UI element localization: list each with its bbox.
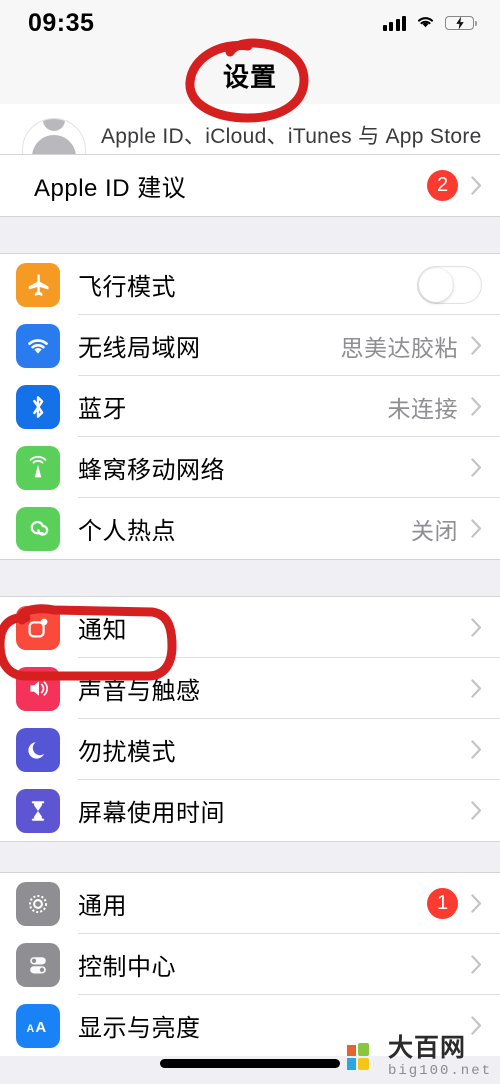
watermark-title: 大百网: [387, 1034, 466, 1062]
notifications-icon: [16, 605, 60, 650]
screen-time-hourglass-icon: [16, 788, 60, 833]
row-label: 个人热点: [78, 518, 176, 545]
row-value: 关闭: [411, 517, 458, 544]
section-system: 通用 1 控制中心 A A 显示与亮度: [0, 872, 500, 1056]
section-apple-id-suggestions: Apple ID 建议 2: [0, 154, 500, 217]
row-cellular[interactable]: 蜂窝移动网络: [0, 437, 500, 498]
row-label: 蓝牙: [78, 396, 127, 423]
row-personal-hotspot[interactable]: 个人热点 关闭: [0, 498, 500, 559]
row-accessories: [471, 801, 500, 820]
row-sounds-haptics[interactable]: 声音与触感: [0, 658, 500, 719]
row-accessories: [471, 458, 500, 477]
row-label: 通用: [78, 893, 127, 920]
wifi-icon: [415, 13, 436, 34]
wifi-icon: [16, 323, 60, 368]
bluetooth-icon: [16, 384, 60, 429]
row-apple-id-suggestions[interactable]: Apple ID 建议 2: [0, 155, 500, 216]
status-badge: 1: [427, 888, 458, 919]
chevron-right-icon: [471, 336, 482, 355]
big100-logo-icon: [346, 1043, 369, 1070]
row-accessories: [417, 265, 500, 304]
chevron-right-icon: [471, 618, 482, 637]
account-section: Apple ID、iCloud、iTunes 与 App Store: [0, 104, 500, 154]
gear-icon: [16, 881, 60, 926]
row-label: 显示与亮度: [78, 1015, 201, 1042]
row-value: 思美达胶粘: [340, 334, 458, 361]
row-accessories: 2: [427, 170, 500, 201]
status-badge: 2: [427, 170, 458, 201]
row-value: 未连接: [387, 395, 458, 422]
watermark-domain: big100.net: [387, 1063, 492, 1079]
row-accessories: 1: [427, 888, 500, 919]
row-label: 通知: [78, 617, 127, 644]
home-indicator-bar: [160, 1059, 340, 1068]
chevron-right-icon: [471, 894, 482, 913]
row-accessories: 未连接: [388, 390, 500, 424]
page-title: 设置: [222, 61, 277, 92]
row-do-not-disturb[interactable]: 勿扰模式: [0, 719, 500, 780]
row-label: 勿扰模式: [78, 739, 176, 766]
navigation-bar: 设置: [0, 46, 500, 104]
row-label: 声音与触感: [78, 678, 201, 705]
chevron-right-icon: [471, 801, 482, 820]
status-bar-indicators: [382, 13, 477, 34]
cellular-signal-icon: [382, 15, 406, 31]
row-label: 控制中心: [78, 954, 176, 981]
row-notifications[interactable]: 通知: [0, 597, 500, 658]
display-brightness-aa-icon: A A: [16, 1003, 60, 1048]
section-connectivity: 飞行模式 无线局域网 思美达胶粘 蓝牙 未连接 蜂窝移动网络 个人热点 关闭: [0, 253, 500, 560]
row-accessories: [471, 740, 500, 759]
iphone-settings-screen: 09:35 设置 Apple ID、iCloud、iTunes 与 App St…: [0, 0, 500, 1084]
chevron-right-icon: [471, 458, 482, 477]
row-general[interactable]: 通用 1: [0, 873, 500, 934]
row-accessories: [471, 679, 500, 698]
row-label: Apple ID 建议: [34, 175, 187, 202]
chevron-right-icon: [471, 176, 482, 195]
row-accessories: 关闭: [411, 512, 500, 546]
section-gap: [0, 560, 500, 596]
row-label: 无线局域网: [78, 335, 201, 362]
section-gap: [0, 217, 500, 253]
chevron-right-icon: [471, 397, 482, 416]
account-subtitle: Apple ID、iCloud、iTunes 与 App Store: [101, 125, 482, 148]
status-bar-clock: 09:35: [28, 8, 95, 37]
avatar-placeholder-icon: [22, 118, 86, 154]
apple-id-account-row[interactable]: Apple ID、iCloud、iTunes 与 App Store: [0, 104, 500, 154]
personal-hotspot-icon: [16, 506, 60, 551]
row-wifi[interactable]: 无线局域网 思美达胶粘: [0, 315, 500, 376]
row-label: 蜂窝移动网络: [78, 457, 225, 484]
chevron-right-icon: [471, 740, 482, 759]
battery-charging-icon: [445, 16, 477, 30]
sounds-haptics-icon: [16, 666, 60, 711]
settings-list[interactable]: Apple ID、iCloud、iTunes 与 App Store Apple…: [0, 104, 500, 1056]
airplane-icon: [16, 262, 60, 307]
status-bar: 09:35: [0, 0, 500, 46]
row-label: 飞行模式: [78, 274, 176, 301]
chevron-right-icon: [471, 1016, 482, 1035]
svg-text:A: A: [35, 1019, 46, 1036]
chevron-right-icon: [471, 955, 482, 974]
section-notifications: 通知 声音与触感 勿扰模式 屏幕使用时间: [0, 596, 500, 842]
control-center-icon: [16, 942, 60, 987]
row-screen-time[interactable]: 屏幕使用时间: [0, 780, 500, 841]
cellular-icon: [16, 445, 60, 490]
row-accessories: 思美达胶粘: [341, 329, 500, 363]
row-accessories: [471, 955, 500, 974]
airplane-mode-toggle[interactable]: [417, 265, 482, 304]
row-accessories: [471, 618, 500, 637]
row-airplane-mode[interactable]: 飞行模式: [0, 254, 500, 315]
row-label: 屏幕使用时间: [78, 800, 225, 827]
site-watermark: 大百网 big100.net: [346, 1036, 492, 1078]
section-gap: [0, 842, 500, 872]
svg-text:A: A: [27, 1023, 35, 1035]
do-not-disturb-moon-icon: [16, 727, 60, 772]
chevron-right-icon: [471, 679, 482, 698]
row-control-center[interactable]: 控制中心: [0, 934, 500, 995]
row-bluetooth[interactable]: 蓝牙 未连接: [0, 376, 500, 437]
row-accessories: [471, 1016, 500, 1035]
chevron-right-icon: [471, 519, 482, 538]
